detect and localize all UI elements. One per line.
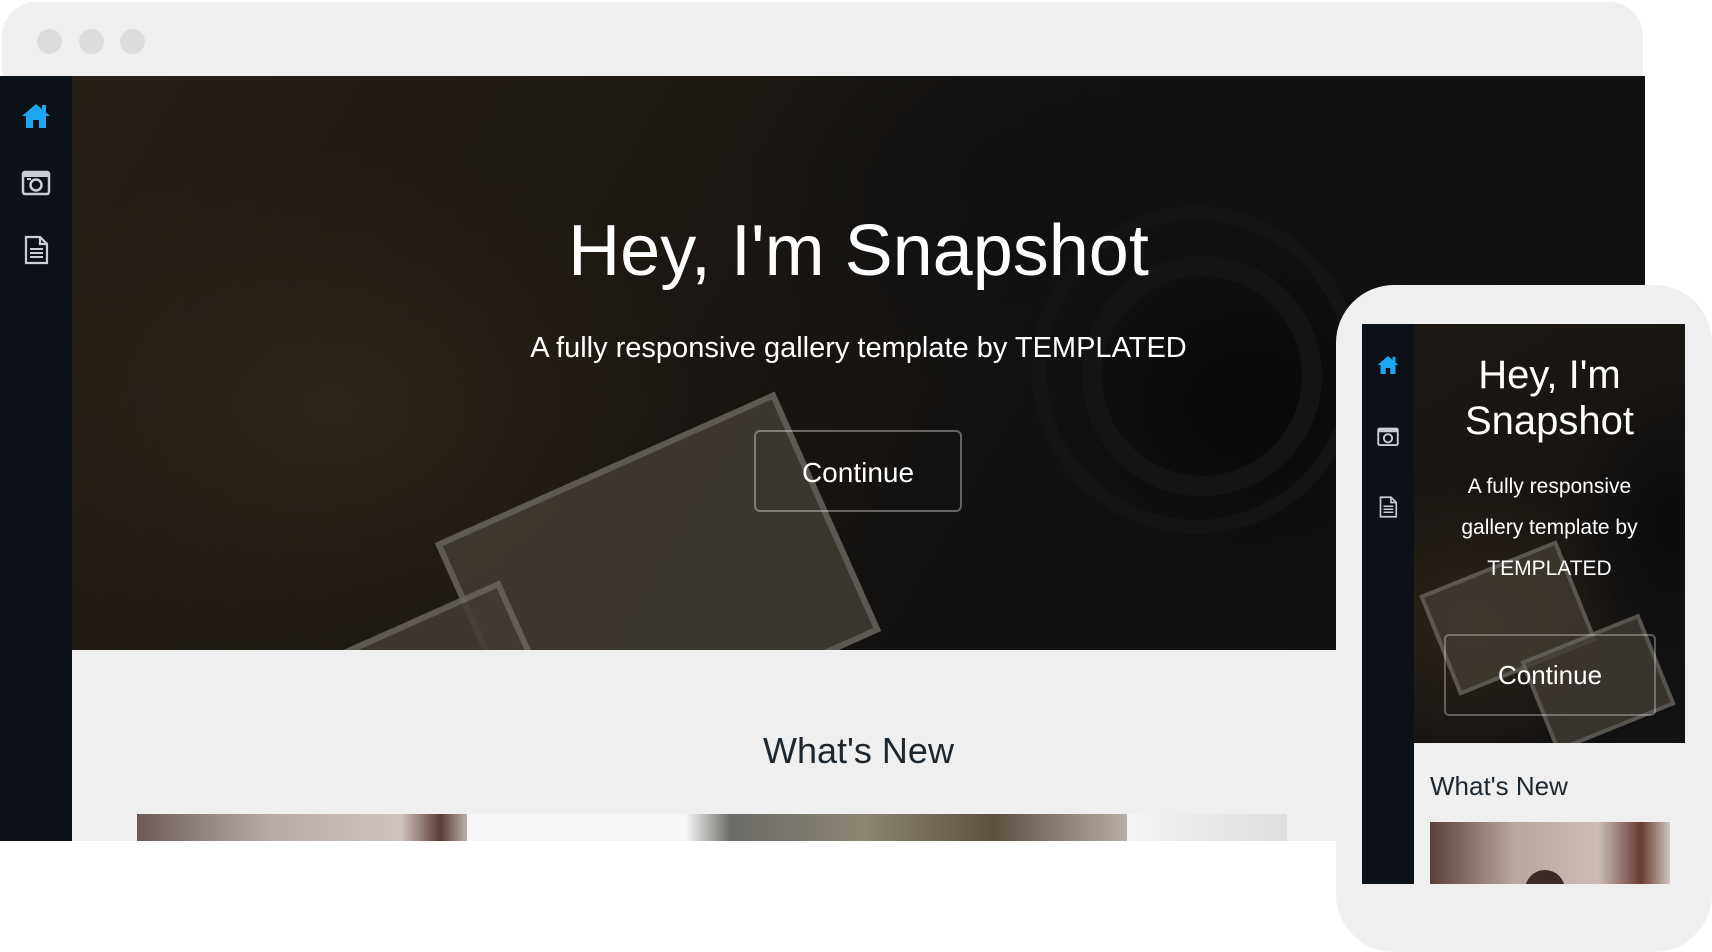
mobile-sidebar-nav	[1362, 324, 1414, 884]
continue-button[interactable]: Continue	[1444, 634, 1656, 716]
gallery-thumbnail[interactable]	[1127, 814, 1287, 841]
section-title: What's New	[1430, 771, 1568, 801]
sidebar-nav	[0, 76, 72, 841]
gallery-thumbnail[interactable]	[137, 814, 467, 841]
window-control-dot[interactable]	[120, 29, 145, 54]
hero-subtitle: A fully responsive gallery template by T…	[1461, 475, 1638, 580]
mobile-viewport: Hey, I'm Snapshot A fully responsive gal…	[1362, 324, 1685, 884]
mobile-hero-banner: Hey, I'm Snapshot A fully responsive gal…	[1414, 324, 1685, 743]
document-icon[interactable]	[20, 234, 52, 266]
window-control-dot[interactable]	[79, 29, 104, 54]
continue-button[interactable]: Continue	[754, 430, 962, 512]
mobile-device-frame: Hey, I'm Snapshot A fully responsive gal…	[1336, 285, 1712, 952]
home-icon[interactable]	[1376, 353, 1400, 377]
window-control-dot[interactable]	[37, 29, 62, 54]
camera-icon[interactable]	[20, 166, 52, 198]
gallery-thumbnail[interactable]	[467, 814, 687, 841]
hero-title: Hey, I'm Snapshot	[568, 211, 1149, 291]
thumbnail-subject	[1525, 870, 1565, 884]
camera-icon[interactable]	[1376, 424, 1400, 448]
browser-title-bar	[2, 2, 1643, 76]
gallery-thumbnail[interactable]	[687, 814, 1127, 841]
hero-title: Hey, I'm Snapshot	[1464, 353, 1635, 443]
document-icon[interactable]	[1376, 495, 1400, 519]
gallery-thumbnail[interactable]	[1430, 822, 1670, 884]
home-icon[interactable]	[20, 100, 52, 132]
